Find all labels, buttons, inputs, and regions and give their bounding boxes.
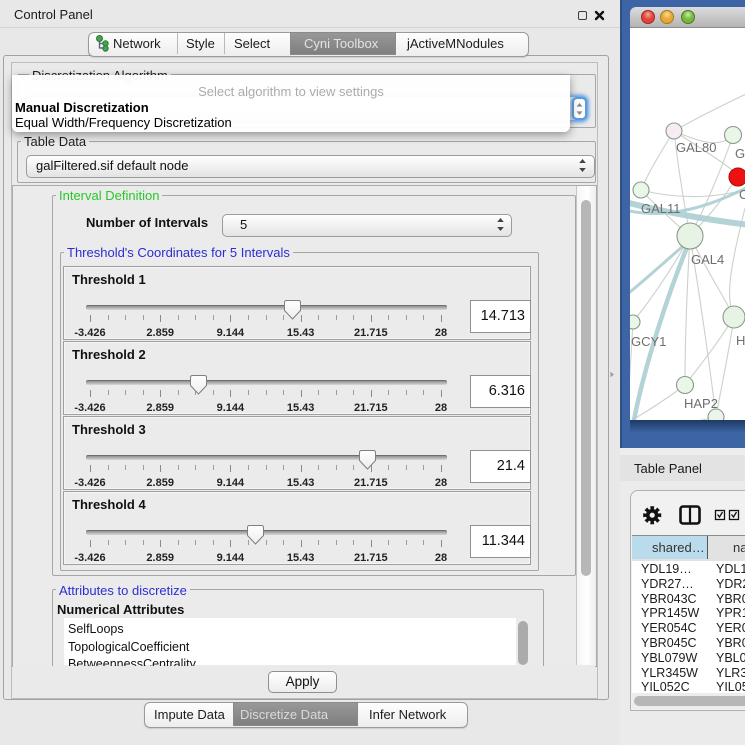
svg-text:GA: GA bbox=[735, 146, 745, 161]
svg-text:GAL4: GAL4 bbox=[691, 252, 724, 267]
svg-text:H: H bbox=[736, 333, 745, 348]
svg-text:GAL11: GAL11 bbox=[641, 201, 681, 216]
svg-text:GCY1: GCY1 bbox=[631, 334, 666, 349]
svg-text:GAL80: GAL80 bbox=[676, 140, 716, 155]
svg-text:C: C bbox=[739, 187, 745, 202]
svg-text:HAP2: HAP2 bbox=[684, 396, 718, 411]
